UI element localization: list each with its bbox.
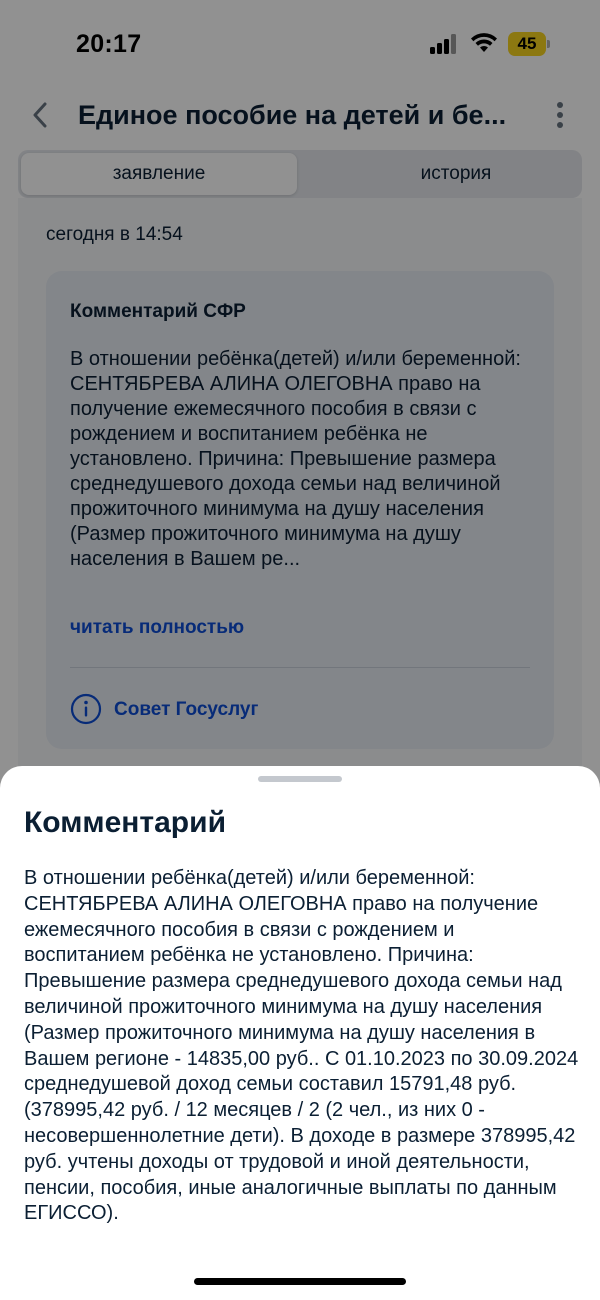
sheet-title: Комментарий [24,806,227,839]
home-indicator[interactable] [194,1278,406,1285]
sheet-text: В отношении ребёнка(детей) и/или беремен… [24,867,579,1225]
sheet-grabber[interactable] [258,776,342,782]
comment-bottom-sheet: Комментарий В отношении ребёнка(детей) и… [0,766,600,1300]
